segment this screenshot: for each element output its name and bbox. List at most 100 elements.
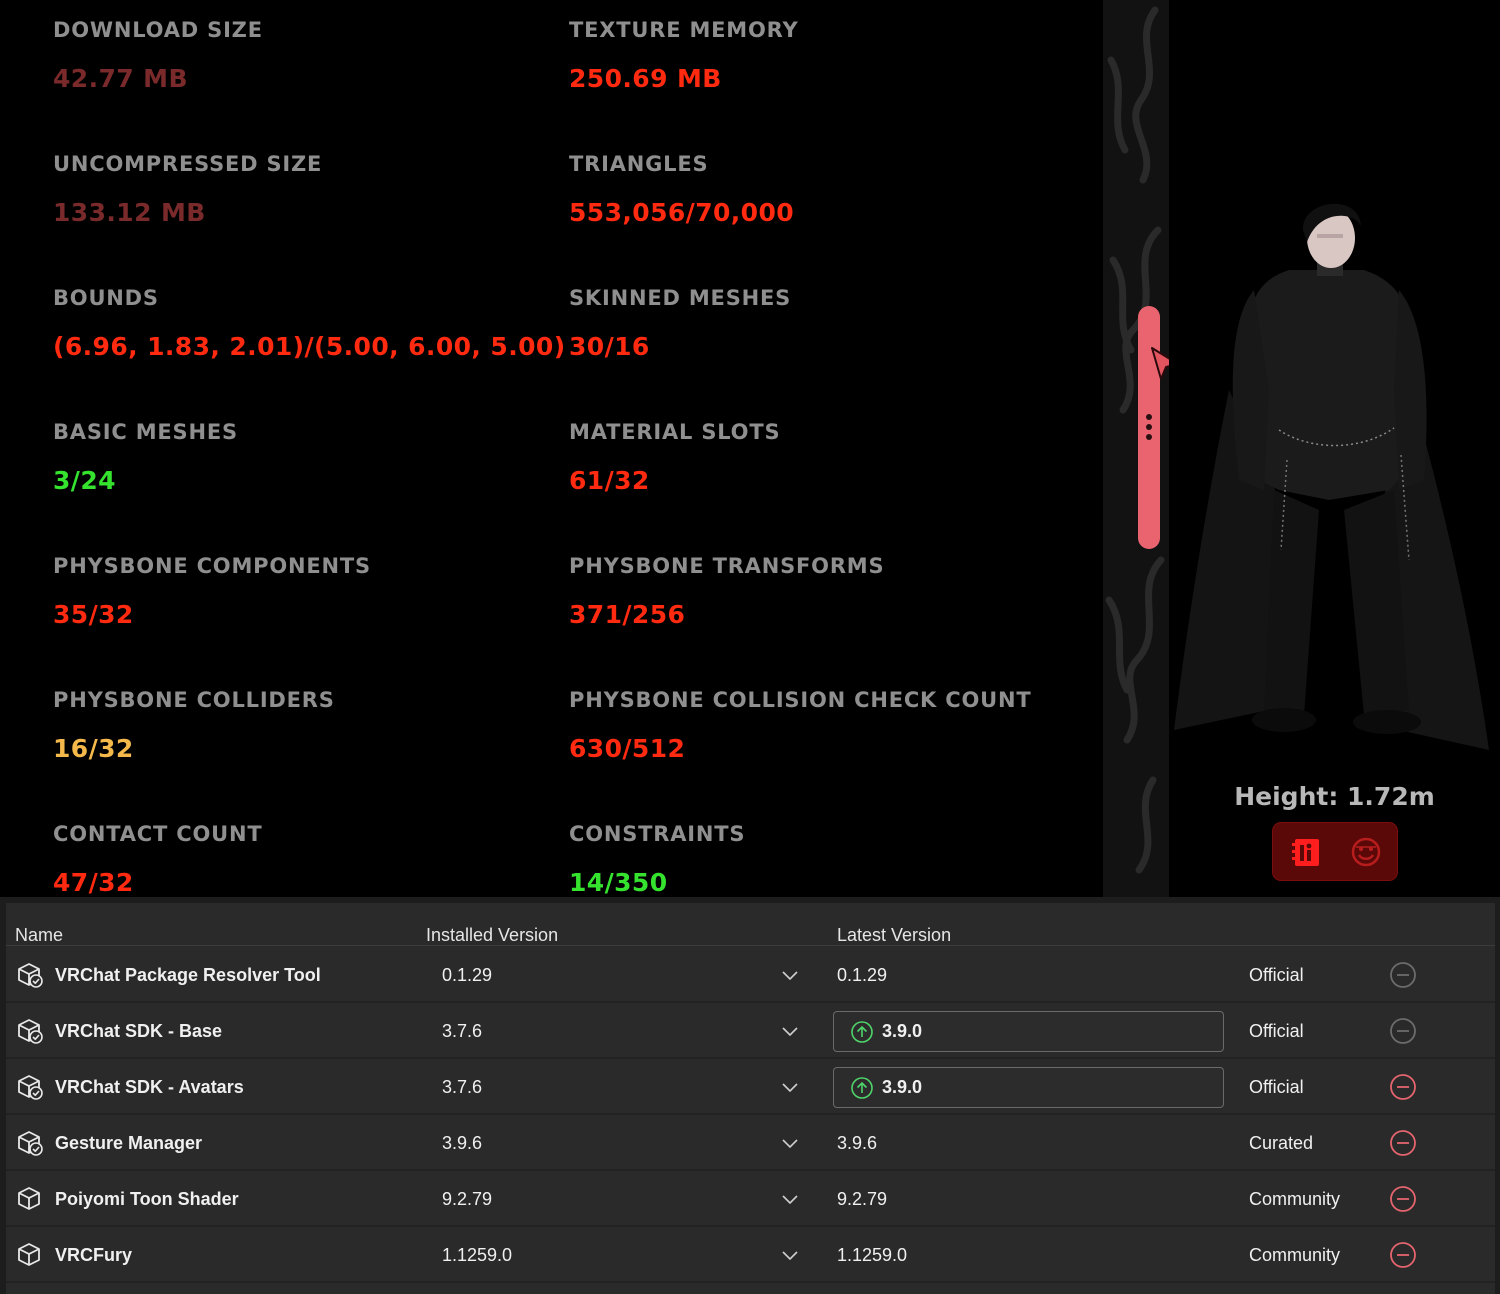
chevron-down-icon[interactable] bbox=[780, 1187, 800, 1211]
chevron-down-icon[interactable] bbox=[780, 963, 800, 987]
remove-package-icon bbox=[1390, 1018, 1416, 1044]
upgrade-arrow-icon bbox=[851, 1077, 873, 1099]
avatar-height-label: Height: 1.72m bbox=[1234, 782, 1435, 811]
stat-value: 371/256 bbox=[569, 600, 686, 629]
latest-version: 3.9.0 bbox=[882, 1021, 923, 1041]
package-name: VRChat SDK - Base bbox=[55, 1021, 223, 1041]
installed-version: 3.7.6 bbox=[442, 1077, 483, 1097]
stat-label: CONSTRAINTS bbox=[569, 822, 746, 846]
column-header-latest-version[interactable]: Latest Version bbox=[837, 925, 951, 946]
emote-icon[interactable] bbox=[1349, 835, 1383, 869]
stat-physbone-transforms: PHYSBONE TRANSFORMS 371/256 bbox=[569, 554, 884, 629]
installed-version: 0.1.29 bbox=[442, 965, 493, 985]
column-header-name[interactable]: Name bbox=[15, 925, 63, 946]
upgrade-arrow-icon bbox=[851, 1021, 873, 1043]
chevron-down-icon[interactable] bbox=[780, 1019, 800, 1043]
stat-value: 630/512 bbox=[569, 734, 686, 763]
package-row[interactable]: VRCFury 1.1259.0 1.1259.0 Community bbox=[6, 1227, 1495, 1283]
installed-version: 3.9.6 bbox=[442, 1133, 483, 1153]
installed-version: 9.2.79 bbox=[442, 1189, 493, 1209]
package-source: Official bbox=[1249, 1077, 1304, 1097]
stat-label: PHYSBONE TRANSFORMS bbox=[569, 554, 885, 578]
package-source: Community bbox=[1249, 1189, 1341, 1209]
avatar-preview-panel[interactable] bbox=[1169, 0, 1500, 897]
package-row[interactable]: Gesture Manager 3.9.6 3.9.6 Curated bbox=[6, 1115, 1495, 1171]
remove-package-icon[interactable] bbox=[1389, 1129, 1417, 1157]
package-row[interactable]: VRChat SDK - Avatars 3.7.6 3.9.0 Officia… bbox=[6, 1059, 1495, 1115]
chevron-down-icon[interactable] bbox=[780, 1131, 800, 1155]
latest-version: 1.1259.0 bbox=[837, 1245, 908, 1265]
stat-basic-meshes: BASIC MESHES 3/24 bbox=[53, 420, 238, 495]
stat-label: DOWNLOAD SIZE bbox=[53, 18, 263, 42]
package-icon bbox=[16, 1185, 44, 1213]
update-version-button[interactable]: 3.9.0 bbox=[833, 1067, 1224, 1108]
stat-texture-memory: TEXTURE MEMORY 250.69 MB bbox=[569, 18, 799, 93]
stat-physbone-colliders: PHYSBONE COLLIDERS 16/32 bbox=[53, 688, 335, 763]
package-name: Gesture Manager bbox=[55, 1133, 203, 1153]
chevron-down-icon[interactable] bbox=[780, 1243, 800, 1267]
remove-package-icon[interactable] bbox=[1389, 1185, 1417, 1213]
latest-version: 9.2.79 bbox=[837, 1189, 888, 1209]
package-name: Poiyomi Toon Shader bbox=[55, 1189, 239, 1209]
stat-contact-count: CONTACT COUNT 47/32 bbox=[53, 822, 262, 897]
package-source: Official bbox=[1249, 965, 1304, 985]
remove-package-icon[interactable] bbox=[1389, 1241, 1417, 1269]
stat-label: MATERIAL SLOTS bbox=[569, 420, 781, 444]
chevron-down-icon[interactable] bbox=[780, 1075, 800, 1099]
stat-value: 30/16 bbox=[569, 332, 650, 361]
panel-resize-handle[interactable] bbox=[1138, 306, 1160, 549]
package-row[interactable]: VRChat Package Resolver Tool 0.1.29 0.1.… bbox=[6, 947, 1495, 1003]
stat-label: BASIC MESHES bbox=[53, 420, 238, 444]
stat-value: 61/32 bbox=[569, 466, 650, 495]
package-row[interactable]: Poiyomi Toon Shader 9.2.79 9.2.79 Commun… bbox=[6, 1171, 1495, 1227]
stat-label: PHYSBONE COLLIDERS bbox=[53, 688, 335, 712]
drag-dots-icon bbox=[1146, 414, 1152, 444]
stat-physbone-components: PHYSBONE COMPONENTS 35/32 bbox=[53, 554, 371, 629]
package-name: VRCFury bbox=[55, 1245, 133, 1265]
stat-label: PHYSBONE COLLISION CHECK COUNT bbox=[569, 688, 1032, 712]
stat-value: 14/350 bbox=[569, 868, 668, 897]
stat-value: 133.12 MB bbox=[53, 198, 206, 227]
packages-table-panel: Name Installed Version Latest Version VR… bbox=[0, 897, 1500, 1294]
installed-version: 3.7.6 bbox=[442, 1021, 483, 1041]
stat-value: (6.96, 1.83, 2.01)/(5.00, 6.00, 5.00) bbox=[53, 332, 566, 361]
stat-label: UNCOMPRESSED SIZE bbox=[53, 152, 323, 176]
stat-label: PHYSBONE COMPONENTS bbox=[53, 554, 371, 578]
stat-label: SKINNED MESHES bbox=[569, 286, 792, 310]
package-source: Curated bbox=[1249, 1133, 1314, 1153]
update-version-button[interactable]: 3.9.0 bbox=[833, 1011, 1224, 1052]
avatar-action-buttons bbox=[1272, 822, 1398, 881]
stat-value: 42.77 MB bbox=[53, 64, 188, 93]
column-header-installed-version[interactable]: Installed Version bbox=[426, 925, 558, 946]
avatar-model-figure bbox=[1174, 203, 1489, 750]
package-source: Community bbox=[1249, 1245, 1341, 1265]
stat-label: CONTACT COUNT bbox=[53, 822, 263, 846]
package-row[interactable]: VRChat SDK - Base 3.7.6 3.9.0 Official bbox=[6, 1003, 1495, 1059]
stat-value: 3/24 bbox=[53, 466, 116, 495]
latest-version: 0.1.29 bbox=[837, 965, 888, 985]
stat-physbone-collision-check-count: PHYSBONE COLLISION CHECK COUNT 630/512 bbox=[569, 688, 1031, 763]
stat-skinned-meshes: SKINNED MESHES 30/16 bbox=[569, 286, 791, 361]
stat-value: 35/32 bbox=[53, 600, 134, 629]
stat-uncompressed-size: UNCOMPRESSED SIZE 133.12 MB bbox=[53, 152, 322, 227]
stat-constraints: CONSTRAINTS 14/350 bbox=[569, 822, 745, 897]
stat-download-size: DOWNLOAD SIZE 42.77 MB bbox=[53, 18, 263, 93]
stat-material-slots: MATERIAL SLOTS 61/32 bbox=[569, 420, 780, 495]
package-name: VRChat SDK - Avatars bbox=[55, 1077, 244, 1097]
package-name: VRChat Package Resolver Tool bbox=[55, 965, 321, 985]
package-icon bbox=[16, 1241, 44, 1269]
performance-stats-panel: DOWNLOAD SIZE 42.77 MB TEXTURE MEMORY 250.6… bbox=[0, 0, 1103, 897]
stat-bounds: BOUNDS (6.96, 1.83, 2.01)/(5.00, 6.00, 5.… bbox=[53, 286, 566, 361]
remove-package-icon bbox=[1390, 962, 1416, 988]
stat-label: BOUNDS bbox=[53, 286, 159, 310]
stat-label: TRIANGLES bbox=[569, 152, 709, 176]
remove-package-icon[interactable] bbox=[1389, 1073, 1417, 1101]
package-check-icon bbox=[16, 1129, 44, 1157]
package-check-icon bbox=[16, 961, 44, 989]
package-check-icon bbox=[16, 1073, 44, 1101]
info-card-icon[interactable] bbox=[1290, 835, 1324, 869]
latest-version: 3.9.6 bbox=[837, 1133, 878, 1153]
stat-label: TEXTURE MEMORY bbox=[569, 18, 799, 42]
stat-value: 47/32 bbox=[53, 868, 134, 897]
installed-version: 1.1259.0 bbox=[442, 1245, 513, 1265]
